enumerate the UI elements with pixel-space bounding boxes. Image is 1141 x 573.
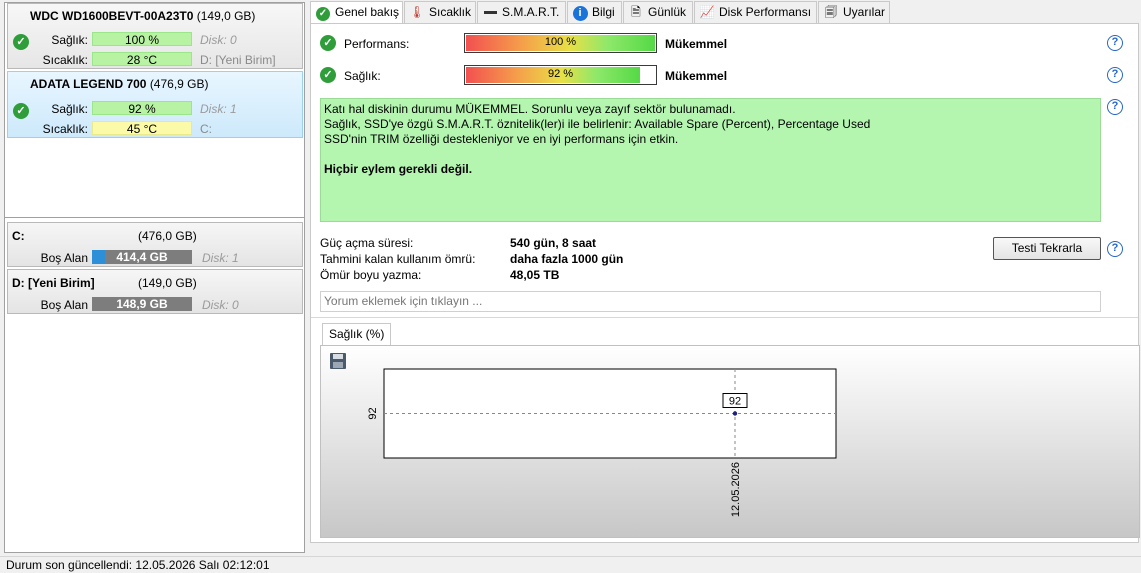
temperature-label: Sıcaklık:: [42, 122, 88, 136]
info-help-icon[interactable]: ?: [1107, 99, 1123, 115]
performance-help-icon[interactable]: ?: [1107, 35, 1123, 51]
temperature-bar: 28 °C: [92, 52, 192, 67]
temperature-bar: 45 °C: [92, 121, 192, 136]
performance-chart-icon: 📈: [699, 5, 715, 19]
health-rating: Mükemmel: [665, 69, 728, 83]
info-line-2: Sağlık, SSD'ye özgü S.M.A.R.T. öznitelik…: [324, 117, 871, 131]
disk-size: (476,9 GB): [149, 77, 209, 91]
disk-id: Disk: 1: [202, 251, 239, 265]
info-line-1: Katı hal diskinin durumu MÜKEMMEL. Sorun…: [324, 102, 736, 116]
tab-label: Sıcaklık: [429, 5, 472, 19]
check-circle-icon: ✓: [315, 2, 331, 22]
tab-label: Uyarılar: [843, 5, 886, 19]
health-meter: 92 %: [464, 65, 657, 85]
free-space-value: 148,9 GB: [116, 297, 168, 311]
lifetime-writes-label: Ömür boyu yazma:: [320, 268, 422, 282]
disk-size: (149,0 GB): [196, 9, 256, 23]
temperature-label: Sıcaklık:: [42, 53, 88, 67]
health-ok-icon: ✓: [320, 67, 336, 83]
performance-label: Performans:: [344, 37, 410, 51]
disk-list-pane: WDC WD1600BEVT-00A23T0 (149,0 GB) ✓ Sağl…: [4, 2, 305, 553]
overview-pane: ✓ Performans: 100 % Mükemmel ? ✓ Sağlık:…: [310, 23, 1140, 543]
health-chart-area: 92 12.05.2026 92: [320, 345, 1140, 538]
info-line-3: SSD'nin TRIM özelliği destekleniyor ve e…: [324, 132, 679, 146]
tab-overview[interactable]: ✓ Genel bakış: [310, 1, 403, 24]
volume-name: D: [Yeni Birim]: [12, 276, 95, 290]
health-value: 92 %: [547, 68, 574, 80]
health-label: Sağlık:: [51, 102, 88, 116]
health-bar: 92 %: [92, 101, 192, 116]
tab-label: Disk Performansı: [719, 5, 812, 19]
tab-info[interactable]: i Bilgi: [567, 1, 622, 23]
performance-rating: Mükemmel: [665, 37, 728, 51]
free-space-label: Boş Alan: [40, 298, 88, 312]
disk-id: Disk: 1: [200, 102, 237, 116]
save-chart-icon[interactable]: [330, 353, 346, 369]
info-action: Hiçbir eylem gerekli değil.: [324, 162, 473, 176]
power-on-value: 540 gün, 8 saat: [510, 236, 597, 250]
tab-label: Günlük: [648, 5, 687, 19]
alerts-document-icon: 🗐: [825, 5, 837, 19]
free-space-value: 414,4 GB: [116, 250, 168, 264]
status-text: Durum son güncellendi: 12.05.2026 Salı 0…: [6, 558, 270, 572]
disk-item-adata[interactable]: ADATA LEGEND 700 (476,9 GB) ✓ Sağlık: 92…: [7, 71, 303, 138]
volume-name: C:: [12, 229, 25, 243]
health-chart: 92 12.05.2026 92: [330, 353, 837, 517]
tab-log[interactable]: 🗎 Günlük: [623, 1, 693, 23]
disk-volume: C:: [200, 122, 212, 136]
status-info-box: Katı hal diskinin durumu MÜKEMMEL. Sorun…: [320, 98, 1101, 222]
tab-label: S.M.A.R.T.: [502, 5, 560, 19]
pane-divider: [5, 217, 304, 218]
tab-disk-performance[interactable]: 📈 Disk Performansı: [694, 1, 817, 23]
volume-size: (476,0 GB): [138, 229, 197, 243]
volume-item-c[interactable]: C: (476,0 GB) Boş Alan 414,4 GB Disk: 1: [7, 222, 303, 267]
free-space-bar: 148,9 GB: [92, 297, 192, 311]
lifetime-value: daha fazla 1000 gün: [510, 252, 624, 266]
tab-smart[interactable]: S.M.A.R.T.: [477, 1, 566, 23]
free-space-label: Boş Alan: [40, 251, 88, 265]
disk-id: Disk: 0: [202, 298, 239, 312]
health-bar: 100 %: [92, 32, 192, 47]
volume-size: (149,0 GB): [138, 276, 197, 290]
performance-meter: 100 %: [464, 33, 657, 53]
x-tick-label: 12.05.2026: [730, 462, 742, 517]
retest-button[interactable]: Testi Tekrarla: [993, 237, 1101, 260]
data-label: 92: [729, 396, 741, 408]
tab-temperature[interactable]: 🌡 Sıcaklık: [404, 1, 476, 23]
disk-item-wdc[interactable]: WDC WD1600BEVT-00A23T0 (149,0 GB) ✓ Sağl…: [7, 3, 303, 69]
retest-help-icon[interactable]: ?: [1107, 241, 1123, 257]
disk-volume: D: [Yeni Birim]: [200, 53, 276, 67]
chart-tab-health[interactable]: Sağlık (%): [322, 323, 392, 345]
health-label: Sağlık:: [344, 69, 381, 83]
tab-alerts[interactable]: 🗐 Uyarılar: [818, 1, 890, 23]
power-on-label: Güç açma süresi:: [320, 236, 414, 250]
smart-bar-icon: [482, 2, 498, 22]
tab-label: Bilgi: [592, 5, 615, 19]
performance-value: 100 %: [544, 36, 577, 48]
performance-ok-icon: ✓: [320, 35, 336, 51]
disk-id: Disk: 0: [200, 33, 237, 47]
disk-title: ADATA LEGEND 700: [30, 77, 147, 91]
health-label: Sağlık:: [51, 33, 88, 47]
lifetime-label: Tahmini kalan kullanım ömrü:: [320, 252, 476, 266]
volume-item-d[interactable]: D: [Yeni Birim] (149,0 GB) Boş Alan 148,…: [7, 269, 303, 314]
info-icon: i: [572, 2, 588, 22]
section-divider: [311, 317, 1138, 318]
thermometer-icon: 🌡: [409, 5, 425, 19]
health-help-icon[interactable]: ?: [1107, 67, 1123, 83]
status-bar: Durum son güncellendi: 12.05.2026 Salı 0…: [0, 556, 1141, 572]
log-document-icon: 🗎: [631, 5, 641, 19]
data-point: [732, 411, 738, 416]
free-space-bar: 414,4 GB: [92, 250, 192, 264]
comment-input[interactable]: Yorum eklemek için tıklayın ...: [320, 291, 1101, 312]
y-tick-label: 92: [367, 407, 379, 419]
disk-title: WDC WD1600BEVT-00A23T0: [30, 9, 194, 23]
tab-label: Genel bakış: [335, 5, 400, 19]
lifetime-writes-value: 48,05 TB: [510, 268, 560, 282]
free-space-fill: [92, 250, 105, 264]
